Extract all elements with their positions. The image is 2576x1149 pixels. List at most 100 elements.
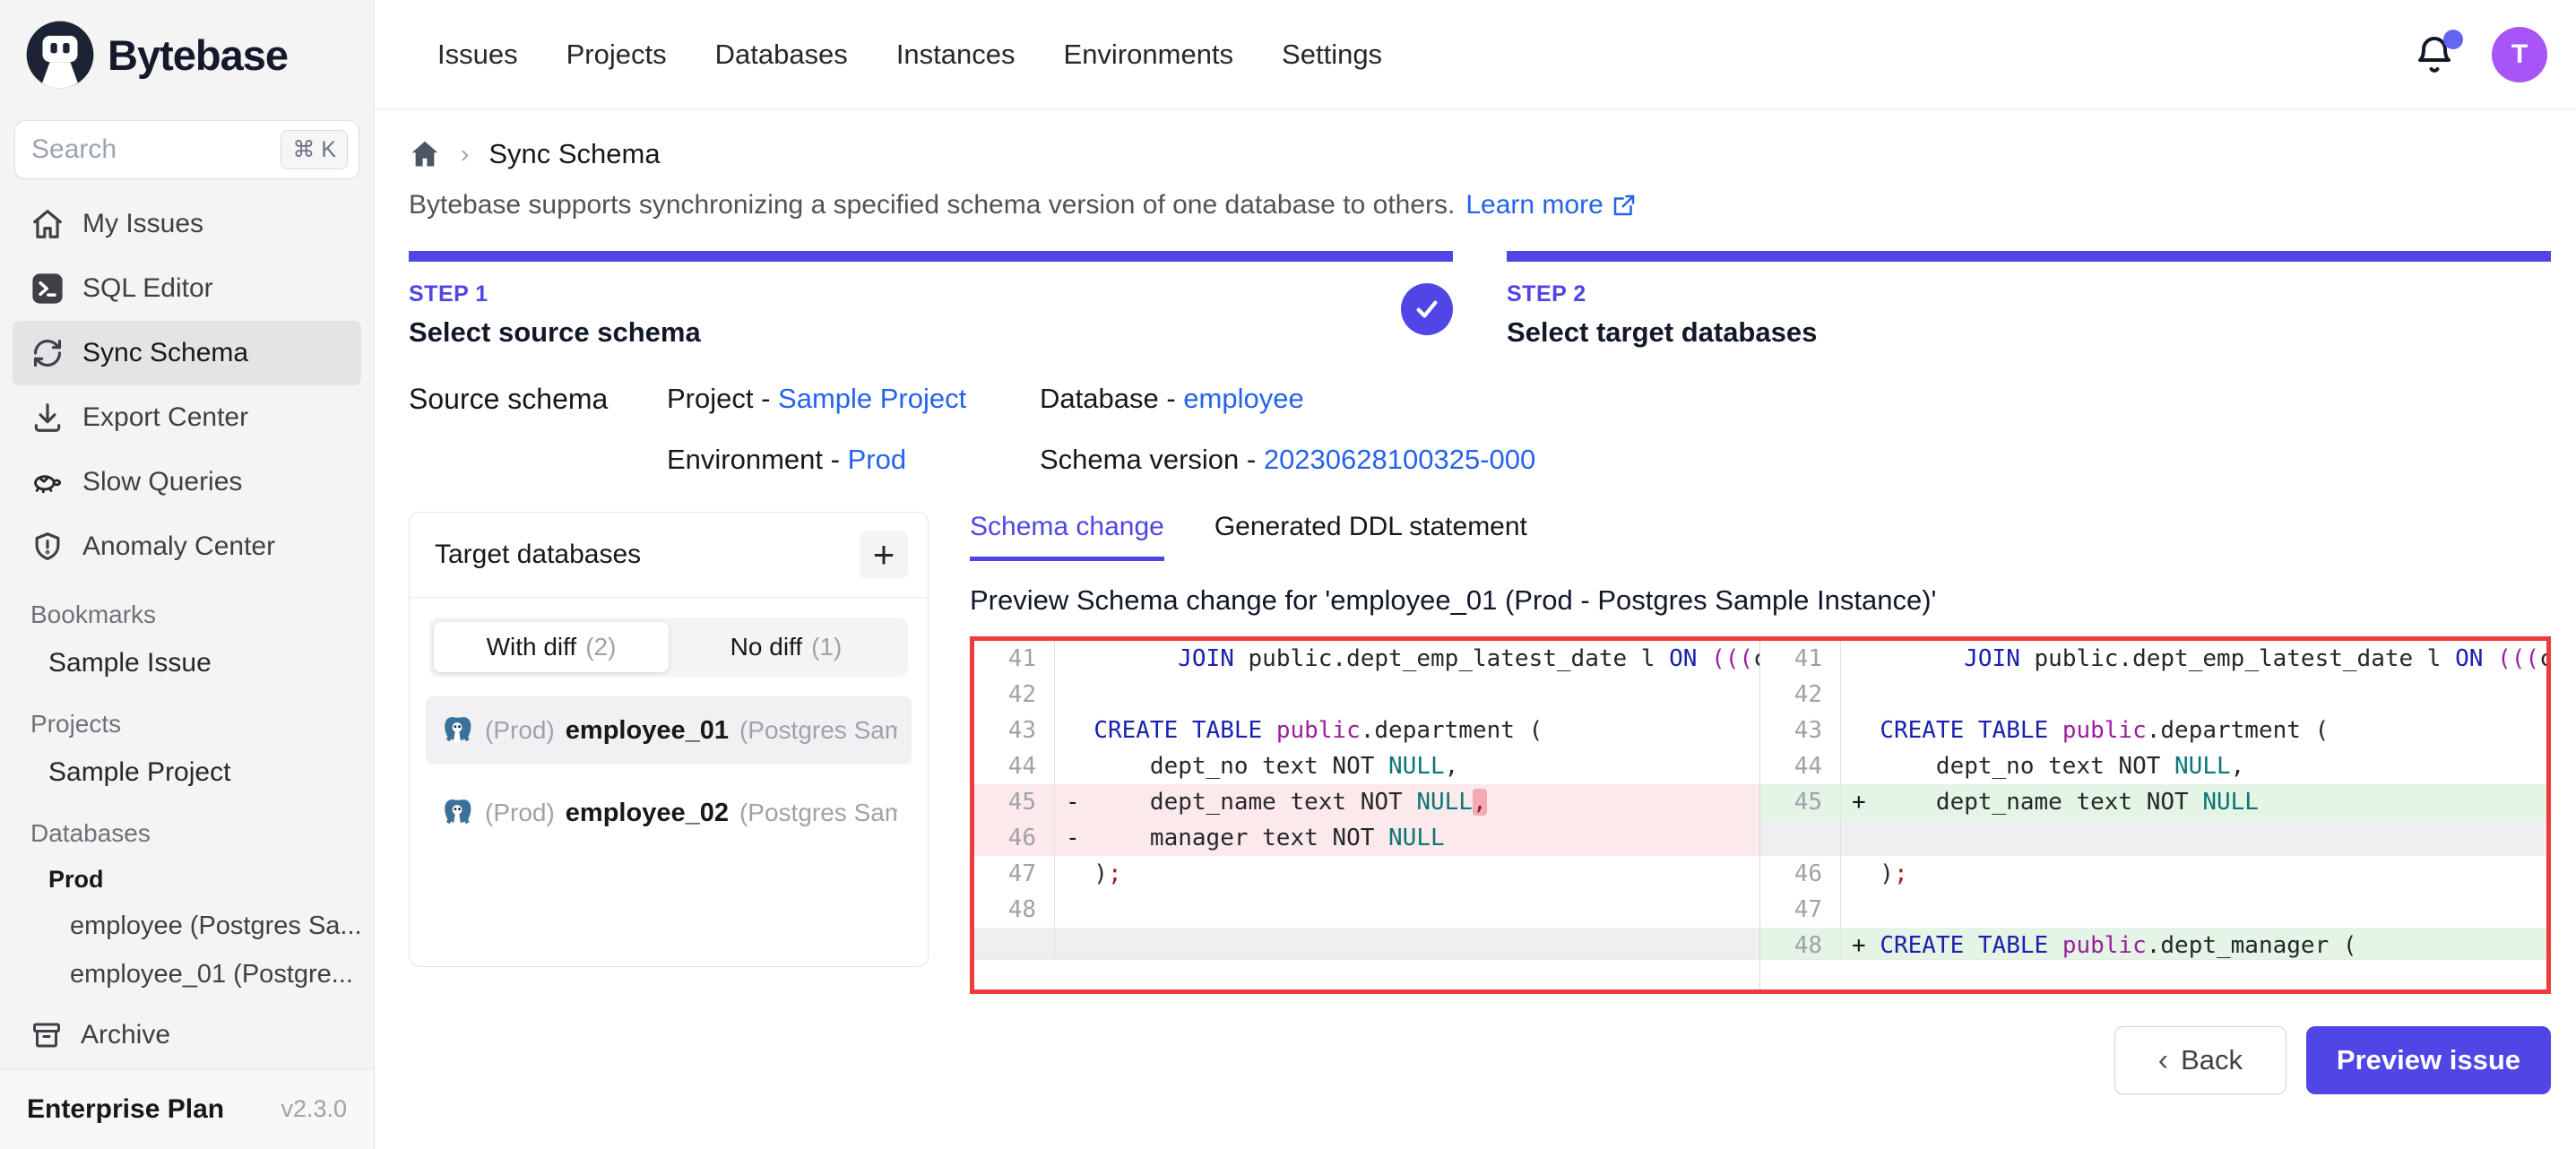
sidebar-item-label: My Issues: [82, 209, 203, 239]
line-number: 45: [974, 784, 1055, 820]
project-item-sample-project[interactable]: Sample Project: [0, 747, 374, 798]
schema-change-tabs: Schema change Generated DDL statement: [970, 512, 2551, 561]
database-item[interactable]: employee_02 (Postgre...: [0, 998, 374, 1007]
turtle-icon: [30, 465, 65, 499]
diff-line: 47: [1760, 892, 2546, 928]
preview-issue-button[interactable]: Preview issue: [2306, 1026, 2551, 1094]
back-button[interactable]: ‹ Back: [2114, 1026, 2286, 1094]
topnav-item-instances[interactable]: Instances: [896, 39, 1016, 71]
sidebar-item-slow-queries[interactable]: Slow Queries: [13, 450, 361, 514]
step-completed-badge: [1401, 283, 1453, 335]
diff-line: 44 dept_no text NOT NULL,: [1760, 748, 2546, 784]
line-number: 46: [974, 820, 1055, 856]
main-area: Issues Projects Databases Instances Environm…: [375, 0, 2576, 1149]
tab-count: (1): [811, 633, 842, 661]
line-number: 41: [1760, 641, 1841, 677]
diff-line: 44 dept_no text NOT NULL,: [974, 748, 1759, 784]
schema-diff-viewer: 41 JOIN public.dept_emp_latest_date l ON…: [970, 636, 2551, 994]
target-database-row[interactable]: (Prod)employee_02(Postgres Samp...: [426, 779, 912, 847]
target-panel-title: Target databases: [435, 540, 641, 570]
topnav-item-projects[interactable]: Projects: [566, 39, 667, 71]
app-version: v2.3.0: [281, 1095, 347, 1123]
topnav-item-databases[interactable]: Databases: [715, 39, 848, 71]
preview-title: Preview Schema change for 'employee_01 (…: [970, 584, 2551, 617]
target-database-row[interactable]: (Prod)employee_01(Postgres Sampl...: [426, 696, 912, 765]
sidebar-item-export-center[interactable]: Export Center: [13, 385, 361, 450]
source-field-link[interactable]: Sample Project: [778, 383, 966, 414]
add-target-database-button[interactable]: +: [860, 531, 908, 579]
sidebar-item-sync-schema[interactable]: Sync Schema: [13, 321, 361, 385]
line-content: [1841, 677, 2546, 713]
source-field-link[interactable]: 20230628100325-000: [1264, 444, 1535, 475]
sidebar-item-my-issues[interactable]: My Issues: [13, 192, 361, 256]
postgres-icon: [440, 796, 474, 830]
line-content: [1055, 677, 1759, 713]
source-schema-summary: Source schema Project - Sample ProjectDa…: [409, 383, 2551, 476]
line-content: + CREATE TABLE public.dept_manager (: [1841, 928, 2546, 959]
line-number: 43: [1760, 713, 1841, 748]
line-content: [1841, 892, 2546, 928]
diff-line: 48+ CREATE TABLE public.dept_manager (: [1760, 928, 2546, 959]
learn-more-link[interactable]: Learn more: [1465, 190, 1637, 220]
line-number: 44: [974, 748, 1055, 784]
tab-generated-ddl-statement[interactable]: Generated DDL statement: [1215, 512, 1527, 561]
tab-schema-change[interactable]: Schema change: [970, 512, 1164, 561]
bookmark-item-sample-issue[interactable]: Sample Issue: [0, 638, 374, 688]
database-item[interactable]: employee (Postgres Sa...: [0, 902, 374, 950]
line-content: + dept_name text NOT NULL: [1841, 784, 2546, 820]
line-number: 42: [974, 677, 1055, 713]
diff-line: 45- dept_name text NOT NULL,: [974, 784, 1759, 820]
sidebar-item-label: Anomaly Center: [82, 531, 275, 562]
app-window: Bytebase ⌘ K My Issues SQL Editor Sync Sch…: [0, 0, 2576, 1149]
target-db-name: employee_02: [566, 799, 729, 828]
database-item[interactable]: employee_01 (Postgre...: [0, 950, 374, 998]
brand-logo[interactable]: Bytebase: [0, 0, 374, 109]
sidebar-item-anomaly-center[interactable]: Anomaly Center: [13, 514, 361, 579]
sidebar-item-label: Sync Schema: [82, 338, 248, 368]
wizard-actions: ‹ Back Preview issue: [409, 1026, 2551, 1123]
tab-no-diff[interactable]: No diff(1): [669, 622, 903, 672]
description-text: Bytebase supports synchronizing a specif…: [409, 190, 1455, 220]
horizontal-scrollbar[interactable]: [974, 959, 1759, 989]
topnav-item-issues[interactable]: Issues: [437, 39, 518, 71]
line-content: JOIN public.dept_emp_latest_date l ON ((…: [1841, 641, 2546, 677]
target-database-list: (Prod)employee_01(Postgres Sampl...(Prod…: [426, 696, 912, 847]
header-right: T: [2413, 27, 2547, 82]
line-number: 42: [1760, 677, 1841, 713]
diff-line: 42: [1760, 677, 2546, 713]
search-input[interactable]: [31, 134, 281, 165]
line-number: [1760, 820, 1841, 856]
source-field: Database - employee: [1040, 383, 1535, 415]
line-content: [1841, 820, 2546, 856]
line-content: dept_no text NOT NULL,: [1055, 748, 1759, 784]
target-db-instance: (Postgres Samp...: [739, 799, 897, 827]
step-1-title: Select source schema: [409, 316, 1453, 349]
source-schema-label: Source schema: [409, 383, 667, 476]
search-box[interactable]: ⌘ K: [14, 120, 359, 179]
source-field-link[interactable]: Prod: [848, 444, 906, 475]
topnav-item-environments[interactable]: Environments: [1064, 39, 1234, 71]
home-icon[interactable]: [409, 138, 441, 170]
source-field-link[interactable]: employee: [1183, 383, 1303, 414]
step-1: STEP 1 Select source schema: [409, 251, 1453, 349]
diff-pane-source: 41 JOIN public.dept_emp_latest_date l ON…: [974, 641, 1760, 989]
line-content: [1055, 928, 1759, 959]
diff-line: 41 JOIN public.dept_emp_latest_date l ON…: [1760, 641, 2546, 677]
topnav-item-settings[interactable]: Settings: [1282, 39, 1382, 71]
learn-more-label: Learn more: [1465, 190, 1603, 220]
notifications-button[interactable]: [2413, 33, 2456, 76]
section-header-bookmarks: Bookmarks: [0, 579, 374, 638]
line-number: 47: [1760, 892, 1841, 928]
diff-line: 43 CREATE TABLE public.department (: [1760, 713, 2546, 748]
diff-line: 48: [974, 892, 1759, 928]
diff-rows-target: 41 JOIN public.dept_emp_latest_date l ON…: [1760, 641, 2546, 959]
sidebar-item-sql-editor[interactable]: SQL Editor: [13, 256, 361, 321]
terminal-icon: [30, 272, 65, 306]
plan-footer: Enterprise Plan v2.3.0: [0, 1068, 374, 1149]
sidebar-item-archive[interactable]: Archive: [0, 1007, 374, 1063]
sidebar-item-label: Export Center: [82, 402, 248, 433]
avatar[interactable]: T: [2492, 27, 2547, 82]
tab-with-diff[interactable]: With diff(2): [434, 622, 669, 672]
horizontal-scrollbar[interactable]: [1760, 959, 2546, 989]
archive-label: Archive: [81, 1020, 170, 1050]
